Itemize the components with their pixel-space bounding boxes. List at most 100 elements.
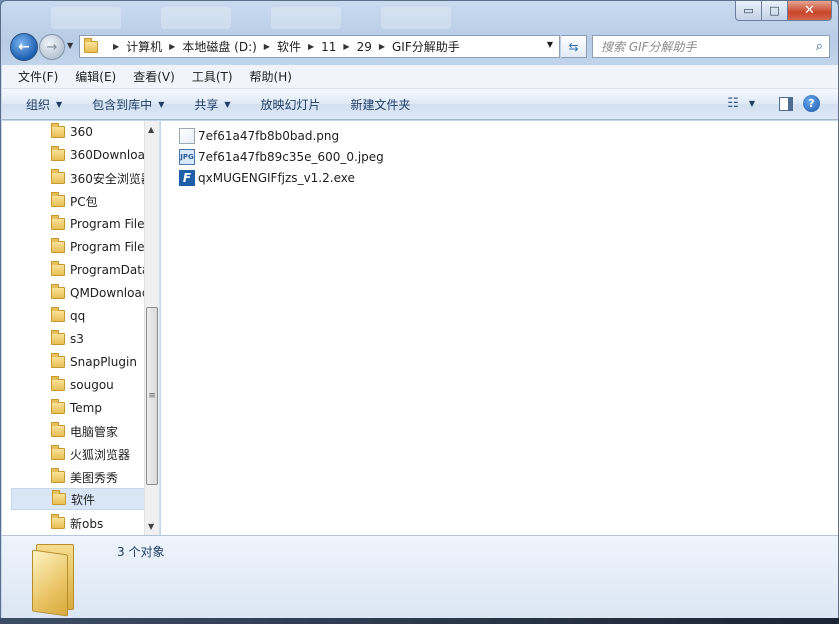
tree-item-label: 火狐浏览器 xyxy=(70,447,131,462)
view-controls: ☷ ▼ ? xyxy=(727,95,820,112)
search-input[interactable]: 搜索 GIF分解助手 ⌕ xyxy=(592,35,830,58)
tree-item-360downloads[interactable]: 360Downloads xyxy=(11,144,145,166)
breadcrumb-item[interactable]: 软件 xyxy=(277,38,301,55)
arrow-left-icon: ← xyxy=(18,39,30,55)
navigation-pane: 360 360Downloads 360安全浏览器 PC包 Program Fi… xyxy=(2,121,160,535)
folder-icon xyxy=(84,37,98,53)
forward-button[interactable]: → xyxy=(39,34,65,60)
background-ghost xyxy=(271,7,341,29)
address-dropdown-icon[interactable]: ▼ xyxy=(547,40,553,49)
chevron-right-icon[interactable]: ▶ xyxy=(379,42,385,51)
menu-tools[interactable]: 工具(T) xyxy=(192,68,233,85)
chevron-right-icon[interactable]: ▶ xyxy=(308,42,314,51)
organize-button[interactable]: 组织 ▼ xyxy=(26,96,62,113)
chevron-right-icon[interactable]: ▶ xyxy=(113,42,119,51)
tree-item-qq[interactable]: qq xyxy=(11,305,145,327)
large-folder-icon xyxy=(32,542,78,617)
tree-item-s3[interactable]: s3 xyxy=(11,328,145,350)
scroll-up-icon[interactable]: ▲ xyxy=(148,125,154,134)
tree-item-program-files[interactable]: Program Files xyxy=(11,213,145,235)
share-label: 共享 xyxy=(194,97,219,112)
chevron-right-icon[interactable]: ▶ xyxy=(343,42,349,51)
background-ghost xyxy=(381,7,451,29)
file-item[interactable]: F qxMUGENGIFfjzs_v1.2.exe xyxy=(179,168,355,188)
tree-item-firefox[interactable]: 火狐浏览器 xyxy=(11,443,145,465)
file-item[interactable]: 7ef61a47fb8b0bad.png xyxy=(179,126,339,146)
file-list: 7ef61a47fb8b0bad.png JPG 7ef61a47fb89c35… xyxy=(161,121,838,535)
tree-item-label: qq xyxy=(70,309,86,323)
menu-file[interactable]: 文件(F) xyxy=(18,68,58,85)
tree-item-label: 美图秀秀 xyxy=(70,470,119,485)
tree-item-snapplugin[interactable]: SnapPlugin xyxy=(11,351,145,373)
tree-item-360[interactable]: 360 xyxy=(11,121,145,143)
tree-item-pc-manager[interactable]: 电脑管家 xyxy=(11,420,145,442)
change-view-icon[interactable]: ☷ xyxy=(727,96,739,111)
breadcrumb-item[interactable]: 11 xyxy=(321,40,336,54)
chevron-down-icon[interactable]: ▼ xyxy=(749,99,755,108)
back-button[interactable]: ← xyxy=(10,33,38,61)
item-count: 3 个对象 xyxy=(117,545,165,559)
tree-item-sougou[interactable]: sougou xyxy=(11,374,145,396)
breadcrumb-item[interactable]: 计算机 xyxy=(126,38,162,55)
search-placeholder: 搜索 GIF分解助手 xyxy=(601,40,697,54)
close-button[interactable]: ✕ xyxy=(788,1,832,21)
chevron-right-icon[interactable]: ▶ xyxy=(264,42,270,51)
caption-buttons: ▭ □ ✕ xyxy=(735,1,832,21)
slideshow-label: 放映幻灯片 xyxy=(260,97,321,112)
background-ghost xyxy=(51,7,121,29)
folder-icon xyxy=(51,284,65,299)
share-button[interactable]: 共享 ▼ xyxy=(194,96,230,113)
tree-item-qmdownload[interactable]: QMDownload xyxy=(11,282,145,304)
include-in-library-button[interactable]: 包含到库中 ▼ xyxy=(92,96,164,113)
explorer-window: ▭ □ ✕ ← → ▼ ▶ 计算机 ▶ 本地磁盘 (D:) ▶ 软件 ▶ 11 … xyxy=(0,0,839,624)
minimize-button[interactable]: ▭ xyxy=(735,1,762,21)
breadcrumb: ▶ 计算机 ▶ 本地磁盘 (D:) ▶ 软件 ▶ 11 ▶ 29 ▶ GIF分解… xyxy=(106,38,460,55)
maximize-button[interactable]: □ xyxy=(762,1,788,21)
folder-icon xyxy=(51,146,65,161)
nav-scrollbar[interactable]: ▲ ≡ ▼ xyxy=(144,121,159,535)
breadcrumb-item[interactable]: 本地磁盘 (D:) xyxy=(182,38,256,55)
tree-item-programdata[interactable]: ProgramData xyxy=(11,259,145,281)
scroll-down-icon[interactable]: ▼ xyxy=(148,522,154,531)
chevron-down-icon: ▼ xyxy=(56,99,63,109)
help-icon[interactable]: ? xyxy=(803,95,820,112)
new-folder-button[interactable]: 新建文件夹 xyxy=(351,96,411,113)
tree-item-meitu[interactable]: 美图秀秀 xyxy=(11,466,145,488)
folder-icon xyxy=(51,330,65,345)
folder-icon xyxy=(51,215,65,230)
tree-item-temp[interactable]: Temp xyxy=(11,397,145,419)
scroll-thumb[interactable]: ≡ xyxy=(146,307,158,485)
menu-help[interactable]: 帮助(H) xyxy=(250,68,292,85)
recent-pages-dropdown[interactable]: ▼ xyxy=(67,41,73,50)
chevron-right-icon[interactable]: ▶ xyxy=(169,42,175,51)
breadcrumb-item[interactable]: 29 xyxy=(357,40,372,54)
folder-icon xyxy=(52,490,66,505)
menu-bar: 文件(F) 编辑(E) 查看(V) 工具(T) 帮助(H) xyxy=(2,65,838,89)
tree-item-360-browser[interactable]: 360安全浏览器 xyxy=(11,167,145,189)
tree-item-label: SnapPlugin xyxy=(70,355,137,369)
chevron-down-icon: ▼ xyxy=(158,99,165,109)
menu-view[interactable]: 查看(V) xyxy=(133,68,175,85)
tree-item-software[interactable]: 软件 xyxy=(11,488,145,510)
tree-item-label: 新obs xyxy=(70,516,104,531)
breadcrumb-item[interactable]: GIF分解助手 xyxy=(392,38,460,55)
tree-item-pc-package[interactable]: PC包 xyxy=(11,190,145,212)
tree-item-program-files-x86[interactable]: Program Files (x86) xyxy=(11,236,145,258)
refresh-button[interactable]: ⇆ xyxy=(561,35,587,58)
taskbar-edge xyxy=(0,618,839,624)
tree-item-label: 360安全浏览器 xyxy=(70,171,145,186)
tree-item-new-obs[interactable]: 新obs xyxy=(11,512,145,534)
tree-item-label: Program Files xyxy=(70,217,145,231)
details-pane: 3 个对象 xyxy=(2,535,838,619)
address-bar[interactable]: ▶ 计算机 ▶ 本地磁盘 (D:) ▶ 软件 ▶ 11 ▶ 29 ▶ GIF分解… xyxy=(79,35,560,58)
exe-app-icon: F xyxy=(179,170,195,186)
slideshow-button[interactable]: 放映幻灯片 xyxy=(261,96,321,113)
tree-item-label: 电脑管家 xyxy=(70,424,119,439)
menu-edit[interactable]: 编辑(E) xyxy=(75,68,116,85)
preview-pane-icon[interactable] xyxy=(779,96,793,111)
tree-item-label: s3 xyxy=(70,332,84,346)
folder-icon xyxy=(51,353,65,368)
file-item[interactable]: JPG 7ef61a47fb89c35e_600_0.jpeg xyxy=(179,147,384,167)
search-icon[interactable]: ⌕ xyxy=(816,39,823,54)
folder-icon xyxy=(51,468,65,483)
